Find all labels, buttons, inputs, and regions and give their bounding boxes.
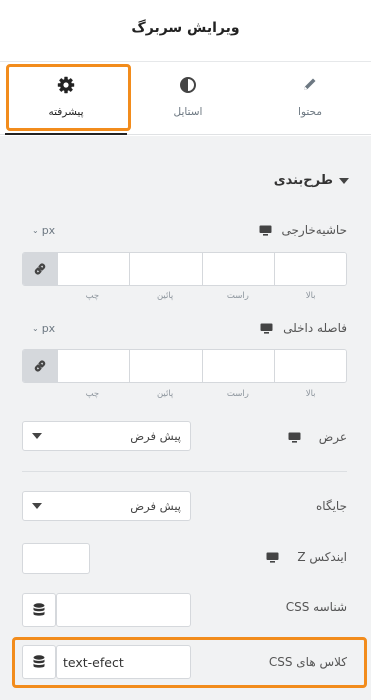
css-classes-input[interactable]: text-efect: [56, 645, 191, 679]
zindex-label-row: ایندکس Z: [266, 550, 347, 564]
caret-down-icon: [339, 177, 349, 184]
margin-left-input[interactable]: [57, 253, 130, 285]
zindex-input[interactable]: [22, 543, 90, 574]
pencil-icon: [249, 76, 371, 94]
contrast-icon: [127, 76, 249, 94]
link-icon[interactable]: [23, 253, 57, 285]
margin-unit-select[interactable]: ⌄ px: [32, 224, 55, 237]
side-label-left: چپ: [85, 291, 100, 301]
side-label-top: بالا: [305, 291, 316, 301]
side-label-right: راست: [226, 389, 249, 399]
margin-inputs: [22, 252, 347, 286]
panel-title: ویرایش سربرگ: [131, 20, 240, 36]
dynamic-tags-button[interactable]: [22, 593, 56, 627]
padding-label-row: فاصله داخلی: [260, 321, 347, 335]
margin-right-input[interactable]: [201, 253, 274, 285]
section-title: طرح‌بندی: [273, 173, 333, 188]
tab-content-label: محتوا: [298, 106, 322, 118]
margin-side-labels: چپ پائین راست بالا: [56, 291, 347, 301]
padding-side-labels: چپ پائین راست بالا: [56, 389, 347, 399]
desktop-icon[interactable]: [266, 552, 279, 563]
database-icon: [33, 655, 45, 668]
margin-bottom-input[interactable]: [129, 253, 202, 285]
position-label: جایگاه: [316, 499, 347, 513]
width-select[interactable]: پیش فرض: [22, 421, 191, 451]
position-value: پیش فرض: [130, 499, 181, 513]
caret-down-icon: [32, 503, 42, 509]
css-id-label: شناسه CSS: [285, 600, 347, 614]
section-layout-toggle[interactable]: طرح‌بندی: [274, 173, 349, 188]
side-label-top: بالا: [305, 389, 316, 399]
padding-right-input[interactable]: [201, 350, 274, 382]
padding-unit-select[interactable]: ⌄ px: [32, 322, 55, 335]
width-label: عرض: [318, 430, 347, 444]
padding-inputs: [22, 349, 347, 383]
margin-top-input[interactable]: [273, 253, 346, 285]
width-value: پیش فرض: [130, 429, 181, 443]
zindex-label: ایندکس Z: [297, 550, 347, 564]
tab-style-label: استایل: [173, 106, 203, 118]
css-classes-label: کلاس های CSS: [268, 655, 347, 669]
margin-label: حاشیه‌خارجی: [281, 223, 347, 237]
padding-label: فاصله داخلی: [283, 321, 347, 335]
tab-content[interactable]: محتوا: [249, 62, 371, 135]
css-id-input[interactable]: [56, 593, 191, 627]
caret-down-icon: [32, 433, 42, 439]
position-select[interactable]: پیش فرض: [22, 491, 191, 521]
padding-left-input[interactable]: [57, 350, 130, 382]
link-icon[interactable]: [23, 350, 57, 382]
width-label-row: عرض: [288, 430, 347, 444]
chevron-down-icon: ⌄: [32, 324, 39, 333]
database-icon: [33, 603, 45, 616]
margin-label-row: حاشیه‌خارجی: [259, 223, 347, 237]
desktop-icon[interactable]: [260, 323, 273, 334]
padding-bottom-input[interactable]: [129, 350, 202, 382]
padding-unit: px: [41, 322, 56, 335]
divider: [22, 471, 347, 472]
desktop-icon[interactable]: [288, 432, 301, 443]
side-label-bottom: پائین: [156, 291, 174, 301]
advanced-tab-highlight: [6, 64, 131, 131]
side-label-right: راست: [226, 291, 249, 301]
side-label-left: چپ: [85, 389, 100, 399]
tab-style[interactable]: استایل: [127, 62, 249, 135]
desktop-icon[interactable]: [259, 225, 272, 236]
dynamic-tags-button[interactable]: [22, 645, 56, 679]
chevron-down-icon: ⌄: [32, 226, 39, 235]
margin-unit: px: [41, 224, 56, 237]
side-label-bottom: پائین: [156, 389, 174, 399]
padding-top-input[interactable]: [273, 350, 346, 382]
